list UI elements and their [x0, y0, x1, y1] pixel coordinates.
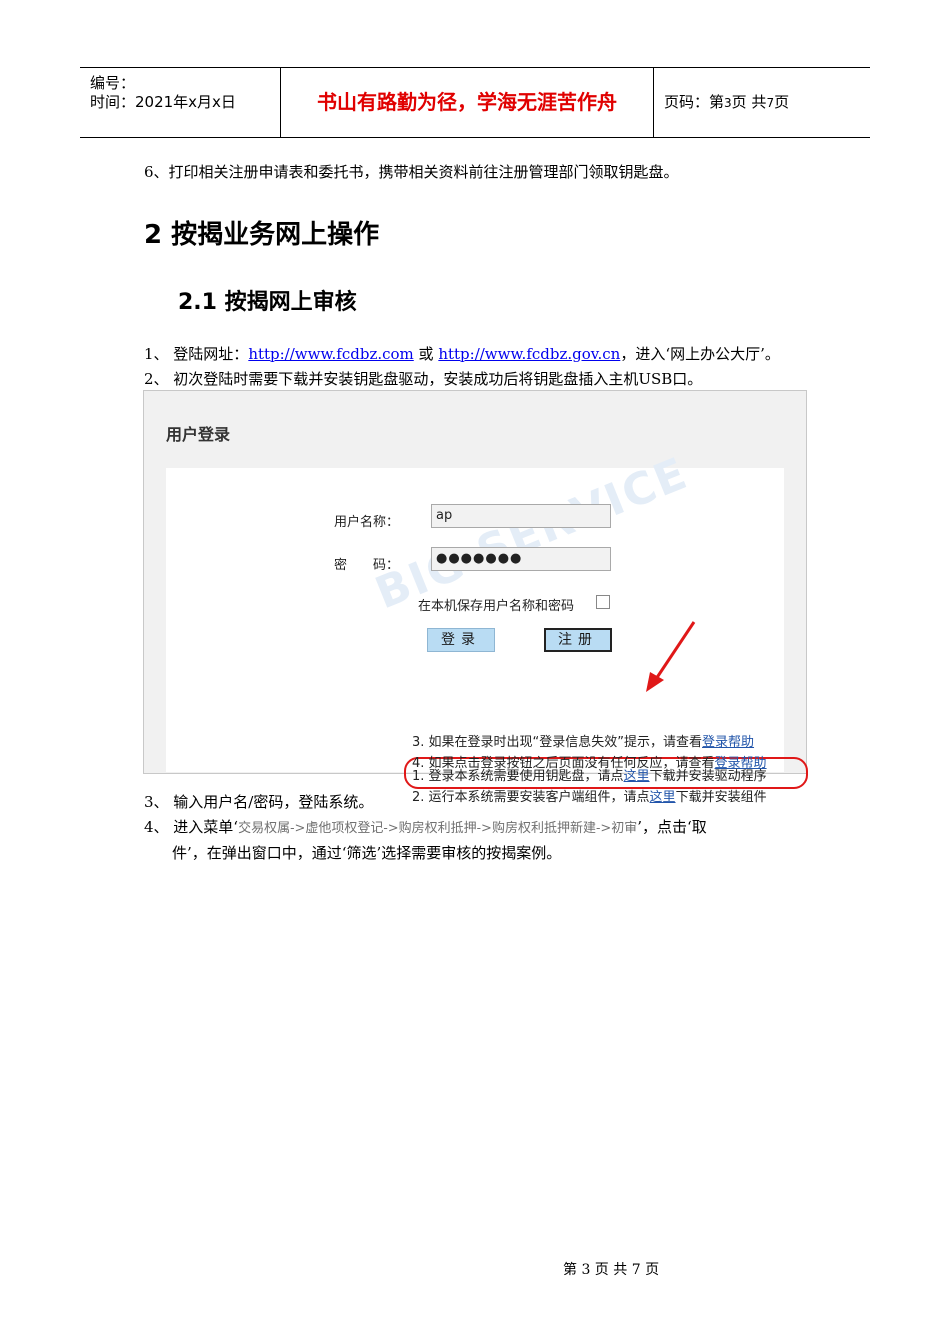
date-label: 时间：2021年x月x日 — [90, 93, 236, 111]
register-button[interactable]: 注册 — [544, 628, 612, 652]
remember-checkbox[interactable] — [596, 595, 610, 609]
section-heading: 2 按揭业务网上操作 — [144, 220, 380, 250]
login-title: 用户登录 — [166, 425, 231, 444]
note-4-text: 4. 如果点击登录按钮之后页面没有任何反应，请查看 — [412, 756, 715, 771]
page-indicator: 页码：第3页 共7页 — [664, 68, 789, 137]
username-label: 用户名称： — [334, 515, 400, 530]
login-screenshot: 用户登录 BIG SERVICE 用户名称： ap 密 码： ●●●●●●● 在… — [143, 390, 808, 805]
login-note-3: 3. 如果在登录时出现“登录信息失效”提示，请查看登录帮助 — [412, 731, 754, 750]
page-mid: 页 共 — [731, 93, 767, 111]
step-6-text: 6、打印相关注册申请表和委托书，携带相关资料前往注册管理部门领取钥匙盘。 — [144, 163, 679, 181]
login-note-2: 2. 运行本系统需要安装客户端组件，请点这里下载并安装组件 — [412, 786, 767, 805]
item-1-suffix: ，进入‘网上办公大厅’。 — [620, 345, 780, 363]
watermark-logo: BIG SERVICE — [368, 447, 696, 620]
note-1-link[interactable]: 这里 — [624, 769, 650, 784]
number-label: 编号： — [90, 74, 136, 92]
page-header: 编号： 时间：2021年x月x日 书山有路勤为径，学海无涯苦作舟 页码：第3页 … — [80, 67, 870, 138]
item-2: 2、 初次登陆时需要下载并安装钥匙盘驱动，安装成功后将钥匙盘插入主机USB口。 — [144, 370, 703, 388]
item-1-prefix: 1、 登陆网址： — [144, 345, 249, 363]
page-total: 7 — [766, 96, 775, 110]
item-4-line-2: 件’，在弹出窗口中，通过‘筛选’选择需要审核的按揭案例。 — [172, 844, 562, 862]
note-2-suffix: 下载并安装组件 — [675, 790, 767, 805]
link-fcdbz-gov[interactable]: http://www.fcdbz.gov.cn — [438, 345, 620, 363]
subsection-heading: 2.1 按揭网上审核 — [178, 290, 357, 315]
item-1: 1、 登陆网址：http://www.fcdbz.com 或 http://ww… — [144, 343, 780, 364]
header-left-cell: 编号： 时间：2021年x月x日 — [80, 68, 281, 137]
item-4: 4、 进入菜单‘交易权属->虚他项权登记->购房权利抵押->购房权利抵押新建->… — [144, 816, 707, 837]
note-1-text: 1. 登录本系统需要使用钥匙盘，请点 — [412, 769, 624, 784]
item-4-suffix: ’，点击‘取 — [637, 818, 707, 836]
link-fcdbz-com[interactable]: http://www.fcdbz.com — [248, 345, 413, 363]
username-input[interactable]: ap — [431, 504, 611, 528]
red-arrow-icon — [646, 621, 696, 692]
note-2-text: 2. 运行本系统需要安装客户端组件，请点 — [412, 790, 650, 805]
remember-label: 在本机保存用户名称和密码 — [418, 599, 575, 614]
password-label: 密 码： — [334, 558, 400, 573]
item-1-or: 或 — [413, 345, 439, 363]
item-4-prefix: 4、 进入菜单‘ — [144, 818, 239, 836]
note-3-text: 3. 如果在登录时出现“登录信息失效”提示，请查看 — [412, 735, 703, 750]
motto: 书山有路勤为径，学海无涯苦作舟 — [281, 68, 654, 137]
login-note-4: 4. 如果点击登录按钮之后页面没有任何反应，请查看登录帮助 — [412, 752, 767, 771]
page-current: 3 — [724, 96, 732, 110]
note-1-suffix: 下载并安装驱动程序 — [649, 769, 767, 784]
menu-path: 交易权属->虚他项权登记->购房权利抵押->购房权利抵押新建->初审 — [238, 821, 638, 836]
login-button[interactable]: 登录 — [427, 628, 495, 652]
note-3-link[interactable]: 登录帮助 — [702, 735, 754, 750]
item-3: 3、 输入用户名/密码，登陆系统。 — [144, 793, 374, 811]
login-panel: BIG SERVICE 用户名称： ap 密 码： ●●●●●●● 在本机保存用… — [166, 448, 808, 805]
page-prefix: 页码：第 — [664, 93, 725, 111]
note-4-link[interactable]: 登录帮助 — [715, 756, 767, 771]
page-suffix: 页 — [774, 93, 790, 111]
note-2-link[interactable]: 这里 — [650, 790, 676, 805]
password-input[interactable]: ●●●●●●● — [431, 547, 611, 571]
page-footer: 第 3 页 共 7 页 — [563, 1262, 660, 1278]
